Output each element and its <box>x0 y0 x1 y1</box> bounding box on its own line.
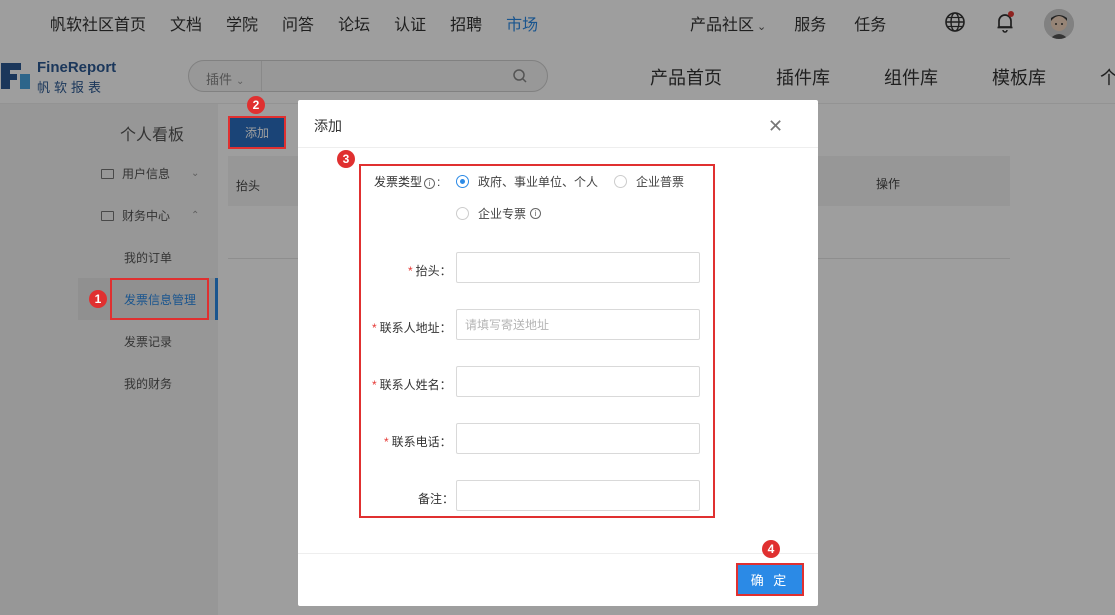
contact-name-field-label: * 联系人姓名： <box>372 376 452 393</box>
required-mark: * <box>372 378 377 392</box>
address-field-label-text: 联系人地址： <box>379 321 452 335</box>
address-field-label: * 联系人地址： <box>372 319 452 336</box>
note-field-label: 备注： <box>418 490 454 507</box>
required-mark: * <box>372 321 377 335</box>
dialog-header-divider <box>298 147 818 148</box>
annotation-badge-4: 4 <box>762 540 780 558</box>
radio-unselected-icon <box>456 207 469 220</box>
radio-selected-icon <box>456 175 469 188</box>
add-invoice-dialog: 添加 ✕ 发票类型 i: 政府、事业单位、个人 企业普票 企业专票 i * 抬头： … <box>298 100 818 606</box>
annotation-badge-2: 2 <box>247 96 265 114</box>
address-input[interactable] <box>456 309 700 340</box>
phone-field-label: * 联系电话： <box>384 433 452 450</box>
radio-enterprise-special-label: 企业专票 <box>478 207 527 221</box>
invoice-type-label: 发票类型 i: <box>374 175 441 189</box>
info-icon[interactable]: i <box>424 178 436 189</box>
note-input[interactable] <box>456 480 700 511</box>
header-input[interactable] <box>456 252 700 283</box>
required-mark: * <box>384 435 389 449</box>
phone-field-label-text: 联系电话： <box>391 435 452 449</box>
radio-enterprise-special[interactable]: 企业专票 i <box>456 205 543 222</box>
annotation-badge-1: 1 <box>89 290 107 308</box>
contact-name-field-label-text: 联系人姓名： <box>379 378 452 392</box>
info-icon[interactable]: i <box>530 208 542 219</box>
confirm-button[interactable]: 确 定 <box>738 564 802 594</box>
radio-government[interactable]: 政府、事业单位、个人 <box>456 173 598 190</box>
radio-unselected-icon <box>614 175 627 188</box>
invoice-type-label-text: 发票类型 <box>374 175 423 189</box>
header-field-label: * 抬头： <box>408 262 452 279</box>
contact-name-input[interactable] <box>456 366 700 397</box>
header-field-label-text: 抬头： <box>415 264 452 278</box>
annotation-badge-3: 3 <box>337 150 355 168</box>
radio-enterprise-normal-label: 企业普票 <box>636 175 685 189</box>
required-mark: * <box>408 264 413 278</box>
close-icon[interactable]: ✕ <box>768 117 783 135</box>
radio-enterprise-normal[interactable]: 企业普票 <box>614 173 684 190</box>
note-field-label-text: 备注： <box>418 492 455 506</box>
dialog-footer-divider <box>298 553 818 554</box>
radio-government-label: 政府、事业单位、个人 <box>478 175 599 189</box>
dialog-title: 添加 <box>314 118 342 134</box>
phone-input[interactable] <box>456 423 700 454</box>
